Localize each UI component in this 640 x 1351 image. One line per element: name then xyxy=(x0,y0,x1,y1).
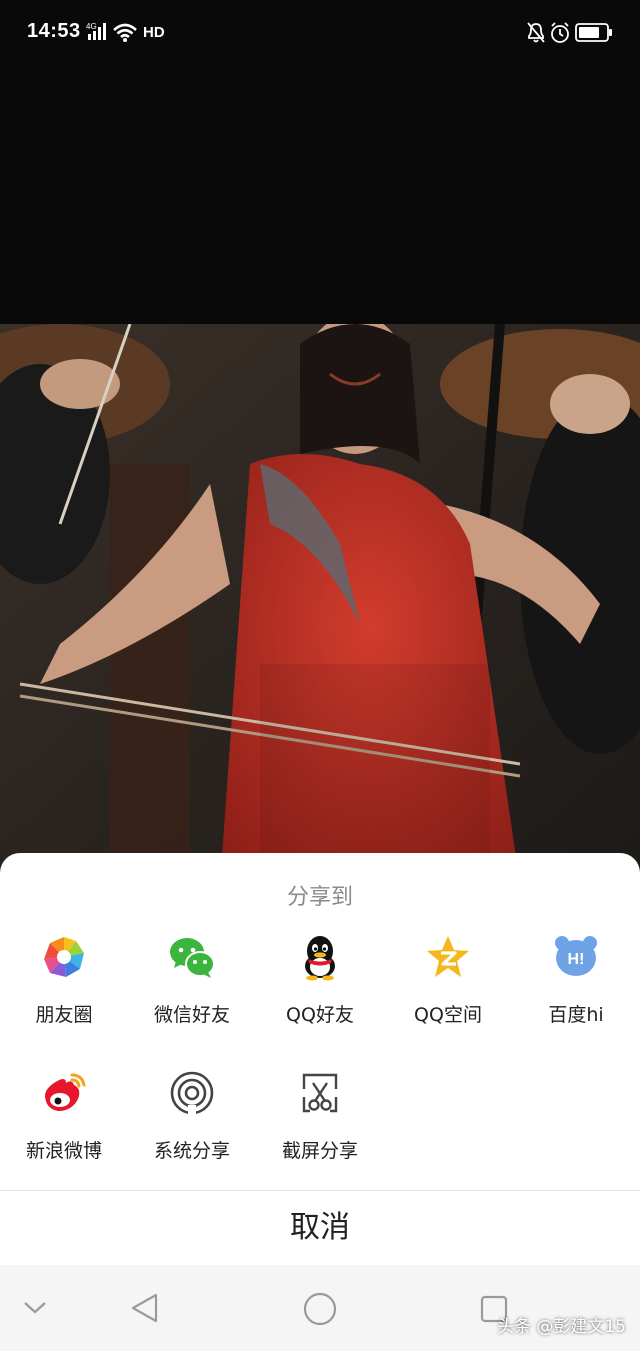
screenshot-share-icon xyxy=(302,1073,338,1113)
share-screenshot-button[interactable]: 截屏分享 xyxy=(256,1069,384,1179)
share-wechat-button[interactable]: 微信好友 xyxy=(128,933,256,1043)
share-baidu-hi-label: 百度hi xyxy=(548,1004,604,1026)
background-photo xyxy=(0,324,640,884)
share-moments-button[interactable]: 朋友圈 xyxy=(0,933,128,1043)
hd-indicator: HD xyxy=(143,24,165,41)
status-right-icons xyxy=(527,22,612,43)
cancel-button[interactable]: 取消 xyxy=(0,1191,640,1265)
share-screenshot-label: 截屏分享 xyxy=(281,1140,358,1162)
share-moments-label: 朋友圈 xyxy=(35,1004,93,1026)
qzone-icon xyxy=(427,936,469,977)
signal-wifi-icon: 4G xyxy=(86,22,137,42)
status-time: 14:53 xyxy=(27,20,81,42)
share-qzone-label: QQ空间 xyxy=(414,1004,482,1026)
share-sheet-title: 分享到 xyxy=(286,885,353,910)
alarm-icon xyxy=(551,22,569,43)
weibo-icon xyxy=(45,1073,86,1111)
wechat-icon xyxy=(170,938,215,978)
moments-icon xyxy=(44,937,84,977)
navigation-bar: 头条 @彭建文15 xyxy=(0,1265,640,1351)
svg-text:H!: H! xyxy=(568,951,585,968)
share-weibo-label: 新浪微博 xyxy=(25,1140,102,1162)
share-wechat-label: 微信好友 xyxy=(153,1004,230,1026)
share-qzone-button[interactable]: QQ空间 xyxy=(384,933,512,1043)
status-bar: 14:53 4G HD xyxy=(0,0,640,66)
system-share-icon xyxy=(170,1071,214,1115)
back-icon[interactable] xyxy=(128,1291,162,1325)
share-qq-label: QQ好友 xyxy=(286,1004,354,1026)
share-weibo-button[interactable]: 新浪微博 xyxy=(0,1069,128,1179)
battery-icon xyxy=(575,23,612,42)
home-icon[interactable] xyxy=(302,1291,338,1327)
share-baidu-hi-button[interactable]: H! 百度hi xyxy=(512,933,640,1043)
mute-bell-icon xyxy=(527,22,545,43)
share-system-button[interactable]: 系统分享 xyxy=(128,1069,256,1179)
qq-icon xyxy=(305,936,335,981)
chevron-down-icon[interactable] xyxy=(22,1299,48,1317)
share-sheet: 分享到 朋友圈 微信好友 QQ好友 QQ空间 H! 百度hi 新浪微博 系统分享… xyxy=(0,853,640,1265)
share-qq-button[interactable]: QQ好友 xyxy=(256,933,384,1043)
share-system-label: 系统分享 xyxy=(153,1140,230,1162)
watermark: 头条 @彭建文15 xyxy=(496,1317,626,1337)
baidu-hi-icon: H! xyxy=(555,936,597,976)
svg-text:4G: 4G xyxy=(86,22,97,31)
